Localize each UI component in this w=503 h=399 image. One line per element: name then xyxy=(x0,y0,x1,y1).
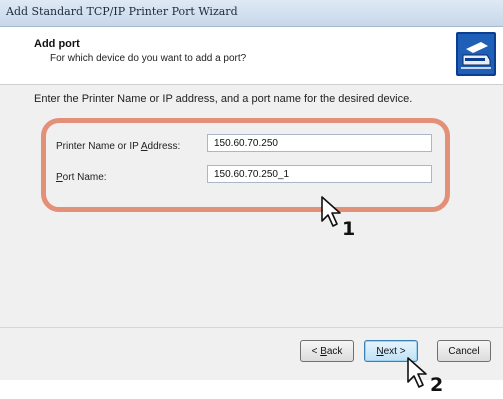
window-title: Add Standard TCP/IP Printer Port Wizard xyxy=(6,5,238,18)
screenshot: Add Standard TCP/IP Printer Port Wizard … xyxy=(0,0,503,399)
printer-label-ip: IP xyxy=(129,141,141,152)
page-subtitle: For which device do you want to add a po… xyxy=(50,53,247,64)
printer-label-accesskey: A xyxy=(140,141,148,152)
printer-name-field[interactable] xyxy=(207,134,432,152)
printer-label-text: Printer Name or xyxy=(56,141,130,152)
printer-label-rest: ddress: xyxy=(147,141,181,152)
wizard-header: Add port For which device do you want to… xyxy=(0,27,503,85)
step-1-label: 1 xyxy=(342,218,356,240)
button-bar-divider xyxy=(0,327,503,328)
printer-name-label: Printer Name or IP Address: xyxy=(56,141,180,152)
wizard-window: Add Standard TCP/IP Printer Port Wizard … xyxy=(0,0,503,380)
printer-network-icon xyxy=(456,32,496,76)
title-bar: Add Standard TCP/IP Printer Port Wizard xyxy=(0,0,503,27)
back-button-prefix: < xyxy=(311,345,321,357)
back-button[interactable]: < Back xyxy=(300,340,354,362)
port-label-rest: ort Name: xyxy=(62,172,107,183)
step-2-label: 2 xyxy=(430,374,444,396)
cancel-button[interactable]: Cancel xyxy=(437,340,491,362)
instruction-text: Enter the Printer Name or IP address, an… xyxy=(34,93,413,105)
mouse-pointer-icon xyxy=(407,357,427,388)
next-button-accesskey: N xyxy=(376,345,384,357)
next-button-rest: ext > xyxy=(383,345,406,357)
back-button-rest: ack xyxy=(326,345,343,357)
port-name-label: Port Name: xyxy=(56,172,107,183)
port-name-field[interactable] xyxy=(207,165,432,183)
page-title: Add port xyxy=(34,38,80,50)
port-label-accesskey: P xyxy=(56,172,63,183)
back-button-accesskey: B xyxy=(320,345,327,357)
